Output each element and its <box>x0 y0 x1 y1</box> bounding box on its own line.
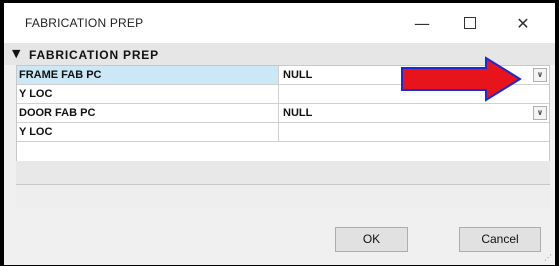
maximize-button[interactable] <box>450 3 490 43</box>
property-value: NULL <box>283 107 313 119</box>
property-name[interactable]: Y LOC <box>17 85 279 103</box>
description-panel <box>16 185 550 208</box>
minimize-icon: — <box>414 13 430 33</box>
chevron-down-icon: ∨ <box>536 108 544 117</box>
cancel-button[interactable]: Cancel <box>459 227 541 252</box>
close-icon: ✕ <box>516 13 530 33</box>
section-title: FABRICATION PREP <box>29 48 159 62</box>
close-button[interactable]: ✕ <box>503 3 543 43</box>
property-name[interactable]: FRAME FAB PC <box>17 66 279 84</box>
red-arrow-shape <box>401 56 522 102</box>
property-value: NULL <box>283 69 313 81</box>
maximize-icon <box>464 17 476 29</box>
ok-button[interactable]: OK <box>335 227 408 252</box>
dialog-window: FABRICATION PREP — ✕ ▼ FABRICATION PREP … <box>4 3 555 265</box>
dropdown-arrow-button[interactable]: ∨ <box>533 106 547 120</box>
collapse-caret-icon[interactable]: ▼ <box>12 47 20 60</box>
title-bar: FABRICATION PREP — ✕ <box>4 3 555 43</box>
minimize-button[interactable]: — <box>402 3 442 43</box>
property-row-door-fab-pc[interactable]: DOOR FAB PC NULL ∨ <box>17 104 549 123</box>
annotation-arrow <box>401 56 522 102</box>
property-name[interactable]: DOOR FAB PC <box>17 104 279 122</box>
property-value-dropdown[interactable]: NULL ∨ <box>279 104 549 122</box>
property-row-y-loc-2[interactable]: Y LOC <box>17 123 549 142</box>
dropdown-arrow-button[interactable]: ∨ <box>533 68 547 82</box>
grid-empty-area <box>16 161 550 185</box>
property-value-field[interactable] <box>279 123 549 141</box>
property-name[interactable]: Y LOC <box>17 123 279 141</box>
window-title: FABRICATION PREP <box>25 16 144 30</box>
chevron-down-icon: ∨ <box>536 70 544 79</box>
resize-grip-icon[interactable]: ⋰ <box>544 253 552 262</box>
